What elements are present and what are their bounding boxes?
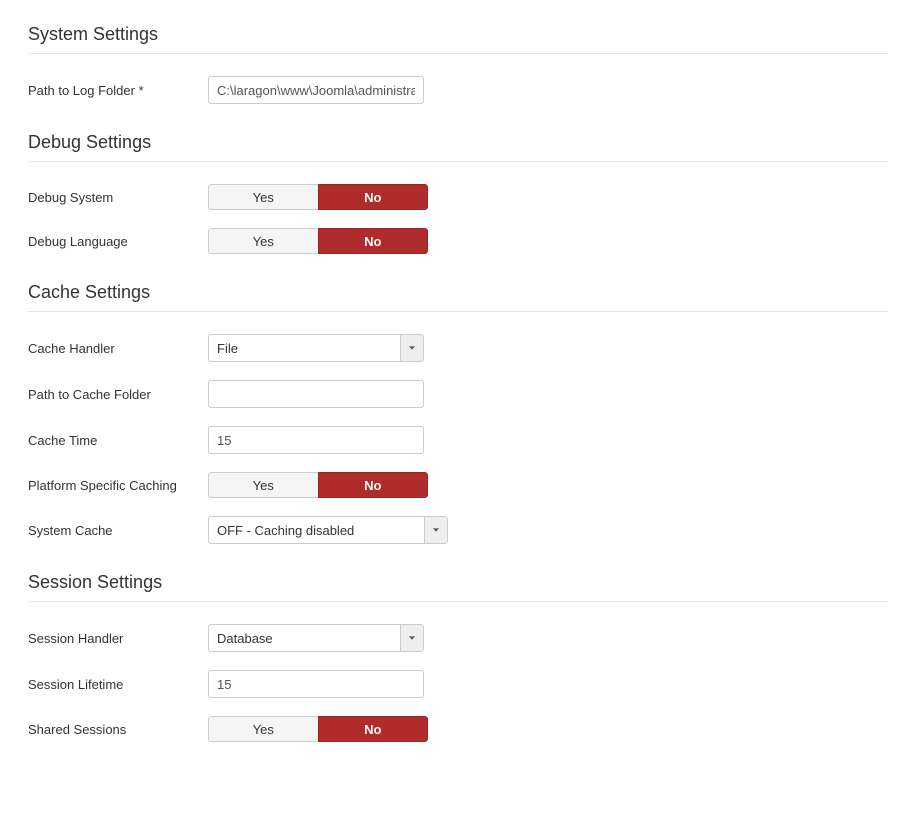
toggle-debug-system: Yes No: [208, 184, 428, 210]
toggle-debug-language-yes[interactable]: Yes: [208, 228, 318, 254]
toggle-debug-language-no[interactable]: No: [318, 228, 429, 254]
section-heading-debug: Debug Settings: [28, 132, 888, 162]
select-system-cache[interactable]: OFF - Caching disabled: [208, 516, 448, 544]
toggle-platform-caching-no[interactable]: No: [318, 472, 429, 498]
chevron-down-icon[interactable]: [424, 516, 448, 544]
section-heading-session: Session Settings: [28, 572, 888, 602]
label-platform-caching: Platform Specific Caching: [28, 478, 208, 493]
input-cache-time[interactable]: [208, 426, 424, 454]
label-debug-system: Debug System: [28, 190, 208, 205]
toggle-shared-sessions-yes[interactable]: Yes: [208, 716, 318, 742]
label-cache-path: Path to Cache Folder: [28, 387, 208, 402]
select-session-handler-display: Database: [208, 624, 400, 652]
section-heading-system: System Settings: [28, 24, 888, 54]
toggle-debug-system-no[interactable]: No: [318, 184, 429, 210]
chevron-down-icon[interactable]: [400, 624, 424, 652]
row-cache-time: Cache Time: [28, 426, 888, 454]
input-path-to-log[interactable]: [208, 76, 424, 104]
label-cache-handler: Cache Handler: [28, 341, 208, 356]
chevron-down-icon[interactable]: [400, 334, 424, 362]
label-session-handler: Session Handler: [28, 631, 208, 646]
row-cache-handler: Cache Handler File: [28, 334, 888, 362]
label-shared-sessions: Shared Sessions: [28, 722, 208, 737]
label-session-lifetime: Session Lifetime: [28, 677, 208, 692]
select-cache-handler[interactable]: File: [208, 334, 424, 362]
input-session-lifetime[interactable]: [208, 670, 424, 698]
select-session-handler[interactable]: Database: [208, 624, 424, 652]
row-shared-sessions: Shared Sessions Yes No: [28, 716, 888, 742]
label-system-cache: System Cache: [28, 523, 208, 538]
row-path-to-log: Path to Log Folder *: [28, 76, 888, 104]
toggle-debug-language: Yes No: [208, 228, 428, 254]
row-debug-system: Debug System Yes No: [28, 184, 888, 210]
select-cache-handler-display: File: [208, 334, 400, 362]
toggle-platform-caching-yes[interactable]: Yes: [208, 472, 318, 498]
input-cache-path[interactable]: [208, 380, 424, 408]
section-heading-cache: Cache Settings: [28, 282, 888, 312]
label-cache-time: Cache Time: [28, 433, 208, 448]
toggle-shared-sessions: Yes No: [208, 716, 428, 742]
row-cache-path: Path to Cache Folder: [28, 380, 888, 408]
row-session-lifetime: Session Lifetime: [28, 670, 888, 698]
label-path-to-log: Path to Log Folder *: [28, 83, 208, 98]
select-system-cache-display: OFF - Caching disabled: [208, 516, 424, 544]
toggle-debug-system-yes[interactable]: Yes: [208, 184, 318, 210]
label-debug-language: Debug Language: [28, 234, 208, 249]
row-session-handler: Session Handler Database: [28, 624, 888, 652]
toggle-platform-caching: Yes No: [208, 472, 428, 498]
toggle-shared-sessions-no[interactable]: No: [318, 716, 429, 742]
row-debug-language: Debug Language Yes No: [28, 228, 888, 254]
row-platform-caching: Platform Specific Caching Yes No: [28, 472, 888, 498]
row-system-cache: System Cache OFF - Caching disabled: [28, 516, 888, 544]
